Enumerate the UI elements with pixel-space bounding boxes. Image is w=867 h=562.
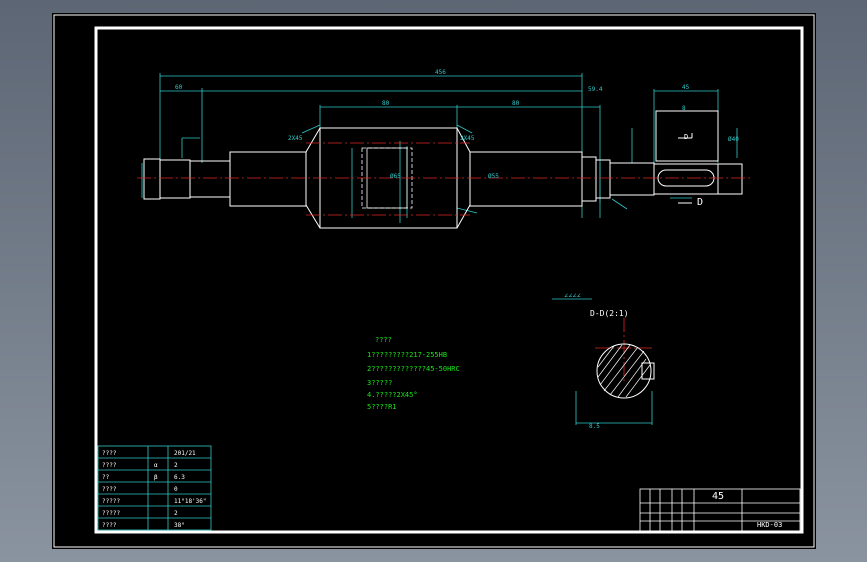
section-view bbox=[596, 343, 655, 399]
tech-note-2: 2?????????????45-50HRC bbox=[367, 365, 460, 373]
shaft-drawing bbox=[53, 14, 815, 548]
dim-right-segment: 59.4 bbox=[588, 86, 603, 93]
dim-key-width: 8 bbox=[682, 105, 686, 112]
drawing-number: HKD-03 bbox=[757, 521, 783, 529]
param-name: ????? bbox=[102, 510, 121, 517]
param-name: ???? bbox=[102, 486, 117, 493]
dim-mid-segment-1: 80 bbox=[382, 100, 390, 107]
dim-chamfer-right: 2X45 bbox=[460, 135, 475, 142]
param-name: ????? bbox=[102, 498, 121, 505]
shaft-outline bbox=[143, 110, 743, 229]
param-name: ???? bbox=[102, 522, 117, 529]
tech-note-4: 4.?????2X45° bbox=[367, 391, 418, 399]
tech-note-5: 5????R1 bbox=[367, 403, 397, 411]
param-name: ?? bbox=[102, 474, 110, 481]
dim-diameter-center: Ø65 bbox=[390, 173, 401, 180]
param-name: ???? bbox=[102, 450, 117, 457]
param-name: ???? bbox=[102, 462, 117, 469]
material-code: 45 bbox=[712, 491, 725, 502]
drawing-sheet: 456 60 80 80 59.4 45 8 2X45 2X45 Ø65 Ø55… bbox=[52, 13, 816, 549]
dim-chamfer-left: 2X45 bbox=[288, 135, 303, 142]
param-symbol: β bbox=[154, 474, 158, 481]
param-value: 38° bbox=[174, 522, 185, 529]
view-label-top: D bbox=[684, 133, 689, 141]
dim-diameter-collar: Ø55 bbox=[488, 173, 499, 180]
centerlines bbox=[137, 142, 752, 383]
param-value: 2 bbox=[174, 462, 178, 469]
section-title: D-D(2:1) bbox=[590, 309, 629, 318]
tech-note-3: 3????? bbox=[367, 379, 393, 387]
cad-viewport: 456 60 80 80 59.4 45 8 2X45 2X45 Ø65 Ø55… bbox=[0, 0, 867, 562]
section-dim: 8.5 bbox=[589, 423, 600, 430]
param-value: 201/21 bbox=[174, 450, 196, 457]
param-value: 0 bbox=[174, 486, 178, 493]
param-symbol: α bbox=[154, 462, 158, 469]
dim-key-length: 45 bbox=[682, 84, 690, 91]
view-label: D bbox=[697, 197, 704, 208]
dim-mid-segment-2: 80 bbox=[512, 100, 520, 107]
dimension-lines bbox=[141, 73, 738, 223]
tech-notes-heading: ???? bbox=[375, 336, 392, 344]
dim-left-segment: 60 bbox=[175, 84, 183, 91]
param-value: 11°18'36" bbox=[174, 498, 207, 505]
param-value: 2 bbox=[174, 510, 178, 517]
dim-diameter-right-end: Ø40 bbox=[728, 136, 739, 143]
view-d-arrow bbox=[678, 133, 693, 204]
dim-overall-length: 456 bbox=[435, 69, 446, 76]
param-value: 6.3 bbox=[174, 474, 185, 481]
tech-note-1: 1?????????217-255HB bbox=[367, 351, 448, 359]
section-note: ∠∠∠∠ bbox=[564, 292, 581, 300]
